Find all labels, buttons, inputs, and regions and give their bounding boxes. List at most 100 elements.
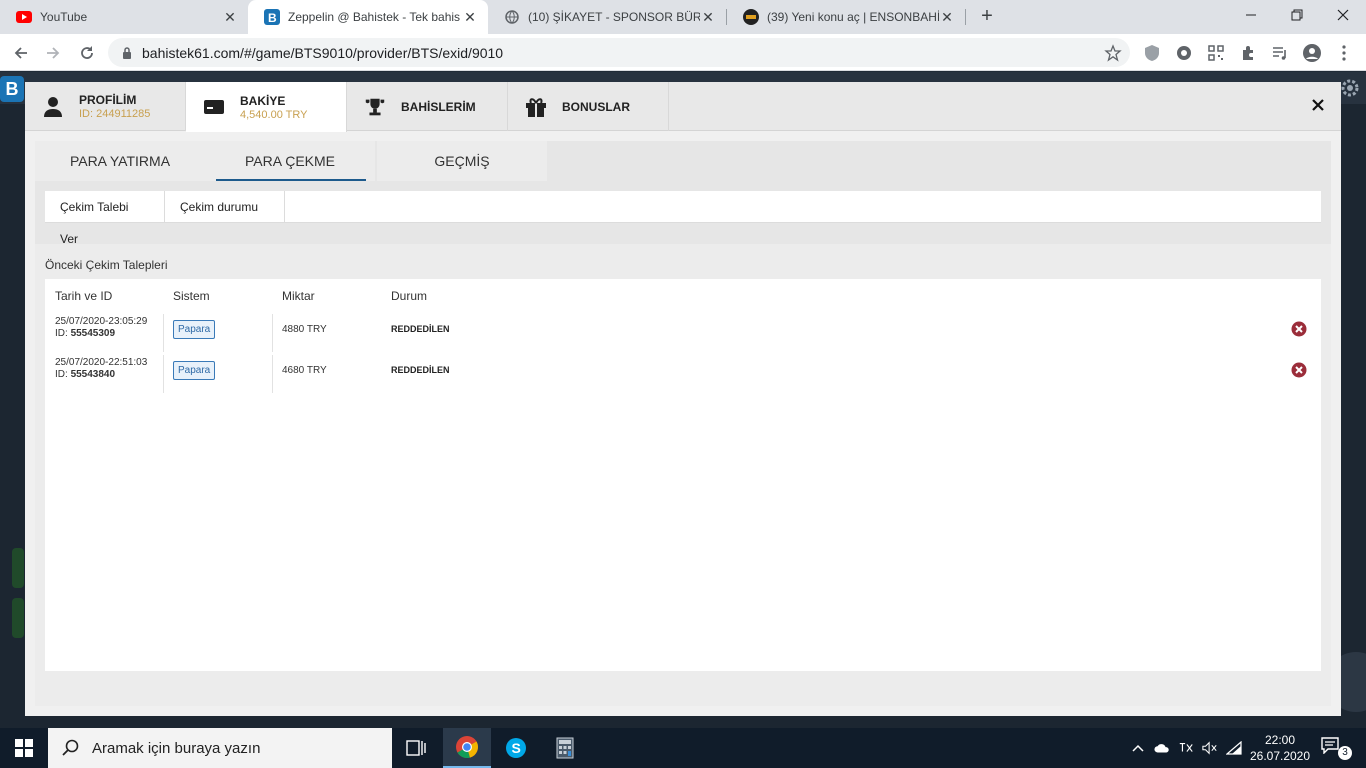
site-logo-icon[interactable]: B — [0, 76, 24, 102]
chrome-taskbar-button[interactable] — [443, 728, 491, 768]
browser-toolbar: bahistek61.com/#/game/BTS9010/provider/B… — [0, 34, 1366, 71]
search-placeholder: Aramak için buraya yazın — [92, 739, 261, 757]
qr-code-icon[interactable] — [1206, 43, 1226, 63]
active-tab-underline — [216, 179, 366, 181]
tab-deposit[interactable]: PARA YATIRMA — [35, 141, 205, 181]
row-date: 25/07/2020-23:05:29 — [55, 316, 148, 327]
tab-label: BONUSLAR — [562, 99, 630, 114]
taskbar-search[interactable]: Aramak için buraya yazın — [48, 728, 392, 768]
svg-text:B: B — [268, 11, 277, 25]
table-row: 25/07/2020-22:51:03 ID: 55543840 Papara … — [45, 355, 1321, 393]
tab-history[interactable]: GEÇMİŞ — [377, 141, 547, 181]
tab-bonuses[interactable]: BONUSLAR — [508, 82, 669, 131]
onedrive-icon[interactable] — [1154, 740, 1170, 756]
cell-divider — [163, 314, 164, 352]
keyboard-ime-icon[interactable] — [1178, 740, 1194, 756]
tab-title: YouTube — [40, 10, 88, 24]
cell-divider — [272, 314, 273, 352]
speaker-muted-icon[interactable] — [1202, 740, 1218, 756]
tab-label: PROFİLİM — [79, 93, 137, 107]
restore-button[interactable] — [1274, 0, 1320, 30]
close-icon[interactable] — [1311, 98, 1327, 114]
row-amount: 4880 TRY — [282, 324, 327, 335]
skype-taskbar-button[interactable]: S — [492, 728, 540, 768]
tab-title: Zeppelin @ Bahistek - Tek bahis s — [288, 10, 462, 24]
tab-request-withdrawal[interactable]: Çekim Talebi Ver — [45, 191, 165, 246]
tab-balance[interactable]: BAKİYE 4,540.00 TRY — [186, 82, 347, 132]
withdraw-inner-tabs: Çekim Talebi Ver Çekim durumu — [45, 191, 1321, 246]
gift-icon — [524, 95, 548, 119]
action-center-button[interactable]: 3 — [1320, 736, 1354, 760]
chrome-icon — [456, 736, 478, 759]
minimize-button[interactable] — [1228, 0, 1274, 30]
close-window-button[interactable] — [1320, 0, 1366, 30]
browser-tab-strip: YouTube ✕ B Zeppelin @ Bahistek - Tek ba… — [0, 0, 1366, 34]
row-status: REDDEDİLEN — [391, 324, 450, 334]
search-icon — [62, 739, 80, 757]
tab-my-bets[interactable]: BAHİSLERİM — [347, 82, 508, 131]
balance-amount: 4,540.00 TRY — [240, 108, 308, 121]
panel-title: Önceki Çekim Talepleri — [45, 258, 168, 272]
cell-divider — [272, 355, 273, 393]
close-tab-icon[interactable]: ✕ — [222, 9, 238, 25]
profile-avatar-icon[interactable] — [1302, 43, 1322, 63]
browser-tab-sikayet[interactable]: (10) ŞİKAYET - SPONSOR BÜROL ✕ — [488, 0, 726, 34]
cancel-circle-icon[interactable] — [1291, 362, 1307, 378]
clock-date: 26.07.2020 — [1249, 749, 1311, 763]
tab-withdrawal-status[interactable]: Çekim durumu — [165, 191, 285, 223]
tab-divider — [965, 9, 966, 25]
youtube-icon — [16, 9, 32, 25]
close-tab-icon[interactable]: ✕ — [939, 9, 955, 25]
ghost-extension-icon[interactable] — [1174, 43, 1194, 63]
task-view-button[interactable] — [392, 728, 440, 768]
back-button[interactable] — [8, 40, 34, 66]
row-id-label: ID: — [55, 369, 68, 380]
row-date-id: 25/07/2020-23:05:29 ID: 55545309 — [55, 316, 147, 340]
browser-tab-bahistek[interactable]: B Zeppelin @ Bahistek - Tek bahis s ✕ — [248, 0, 488, 34]
lock-icon[interactable] — [120, 46, 134, 60]
user-icon — [41, 95, 65, 119]
row-date-id: 25/07/2020-22:51:03 ID: 55543840 — [55, 357, 147, 381]
extensions-puzzle-icon[interactable] — [1238, 43, 1258, 63]
row-date: 25/07/2020-22:51:03 — [55, 357, 148, 368]
gear-icon[interactable] — [1340, 78, 1360, 98]
tab-profile[interactable]: PROFİLİM ID: 244911285 — [25, 82, 186, 131]
notification-count-badge: 3 — [1338, 746, 1352, 760]
table-row: 25/07/2020-23:05:29 ID: 55545309 Papara … — [45, 314, 1321, 352]
browser-tab-ensonbahis[interactable]: (39) Yeni konu aç | ENSONBAHİS ✕ — [727, 0, 965, 34]
payment-system-badge: Papara — [173, 361, 216, 380]
tab-withdraw[interactable]: PARA ÇEKME — [205, 141, 375, 181]
reload-button[interactable] — [74, 40, 100, 66]
forward-button[interactable] — [40, 40, 66, 66]
svg-text:S: S — [512, 740, 521, 756]
cancel-circle-icon[interactable] — [1291, 321, 1307, 337]
calculator-icon — [556, 737, 574, 759]
row-id-label: ID: — [55, 328, 68, 339]
browser-tab-youtube[interactable]: YouTube ✕ — [0, 0, 248, 34]
chrome-menu-icon[interactable] — [1334, 43, 1354, 63]
address-bar[interactable]: bahistek61.com/#/game/BTS9010/provider/B… — [108, 38, 1130, 67]
balance-subtabs: PARA YATIRMA PARA ÇEKME GEÇMİŞ — [35, 141, 1331, 181]
row-amount: 4680 TRY — [282, 365, 327, 376]
close-tab-icon[interactable]: ✕ — [700, 9, 716, 25]
bahistek-icon: B — [264, 9, 280, 25]
chevron-up-icon[interactable] — [1130, 740, 1146, 756]
bookmark-star-icon[interactable] — [1104, 44, 1122, 62]
task-view-icon — [406, 740, 426, 756]
system-clock[interactable]: 22:00 26.07.2020 — [1248, 732, 1312, 764]
row-status: REDDEDİLEN — [391, 365, 450, 375]
new-tab-button[interactable]: + — [976, 6, 998, 28]
close-tab-icon[interactable]: ✕ — [462, 9, 478, 25]
calculator-taskbar-button[interactable] — [541, 728, 589, 768]
payment-system-badge: Papara — [173, 320, 216, 339]
wifi-icon[interactable] — [1226, 740, 1242, 756]
modal-body: PARA YATIRMA PARA ÇEKME GEÇMİŞ Çekim Tal… — [35, 141, 1331, 706]
shield-extension-icon[interactable] — [1142, 43, 1162, 63]
start-button[interactable] — [0, 728, 48, 768]
cell-divider — [163, 355, 164, 393]
site-side-element — [12, 548, 24, 588]
tab-label: PARA ÇEKME — [245, 153, 335, 169]
media-queue-icon[interactable] — [1270, 43, 1290, 63]
skype-icon: S — [506, 738, 526, 758]
ensonbahis-icon — [743, 9, 759, 25]
